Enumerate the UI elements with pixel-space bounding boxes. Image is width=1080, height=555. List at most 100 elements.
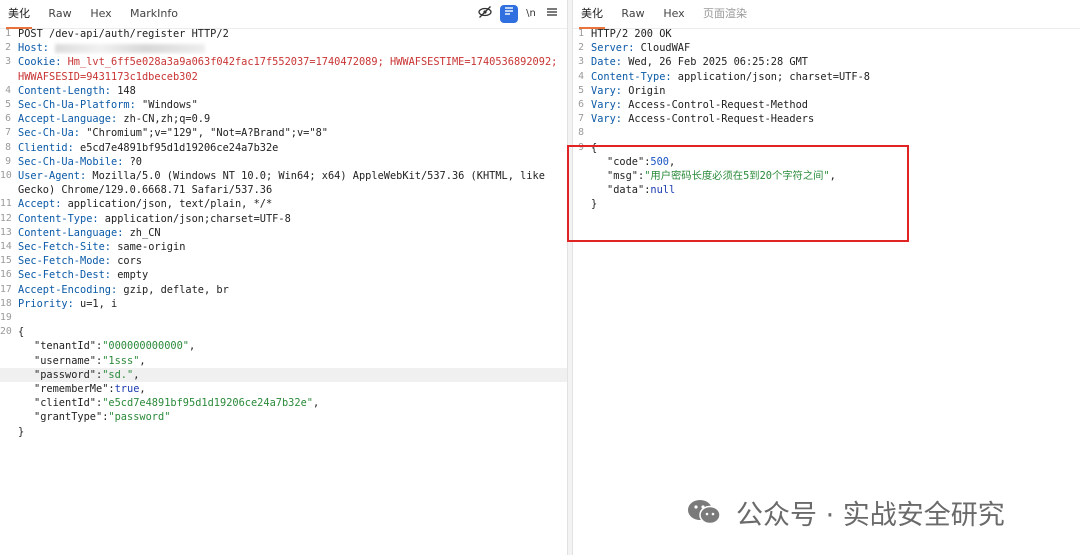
newline-icon[interactable]: \n — [522, 5, 540, 23]
request-tab-pretty[interactable]: 美化 — [6, 0, 32, 29]
code-line: 12 Content-Type: application/json;charset… — [0, 212, 567, 226]
line-content: Accept: application/json, text/plain, */… — [18, 197, 272, 211]
code-line: "clientId":"e5cd7e4891bf95d1d19206ce24a7… — [0, 396, 567, 410]
header-name: Host: — [18, 42, 49, 55]
header-name: User-Agent: — [18, 170, 87, 182]
request-editor[interactable]: 1 POST /dev-api/auth/register HTTP/2 2 Host… — [0, 27, 567, 555]
header-name: Content-Language: — [18, 226, 124, 239]
line-number: 14 — [0, 241, 12, 252]
header-name: Vary: — [591, 99, 622, 111]
code-line: 11 Accept: application/json, text/plain, … — [0, 197, 567, 211]
wrap-lines-icon[interactable] — [500, 5, 518, 23]
line-content: Vary: Origin — [591, 84, 665, 98]
line-number: 2 — [5, 42, 11, 54]
code-line: HWWAFSESID=9431173c1dbeceb302 — [0, 70, 567, 84]
response-tab-pretty[interactable]: 美化 — [579, 0, 605, 29]
line-content: "password":"sd.", — [34, 368, 139, 382]
json-key: "grantType" — [34, 411, 103, 424]
line-content: Date: Wed, 26 Feb 2025 06:25:28 GMT — [591, 55, 808, 69]
request-tab-hex[interactable]: Hex — [88, 0, 114, 27]
line-content: Sec-Fetch-Mode: cors — [18, 254, 142, 268]
hide-nonprintable-icon[interactable] — [476, 5, 494, 23]
line-content: Sec-Fetch-Dest: empty — [18, 268, 148, 282]
code-line: 4 Content-Length: 148 — [0, 84, 567, 98]
line-content: "username":"1sss", — [34, 354, 146, 368]
code-line: "grantType":"password" — [0, 410, 567, 424]
line-content: Accept-Language: zh-CN,zh;q=0.9 — [18, 112, 210, 126]
line-content: Host: — [18, 41, 206, 55]
header-value: e5cd7e4891bf95d1d19206ce24a7b32e — [73, 141, 279, 154]
code-line: "tenantId":"000000000000", — [0, 339, 567, 353]
header-value: zh-CN,zh;q=0.9 — [117, 113, 211, 126]
line-number: 13 — [0, 226, 12, 238]
line-number: 7 — [578, 113, 584, 125]
line-content: User-Agent: Mozilla/5.0 (Windows NT 10.0… — [18, 169, 545, 183]
line-content: Sec-Ch-Ua-Mobile: ?0 — [18, 155, 142, 169]
line-number: 11 — [0, 198, 12, 210]
request-pane: 美化 Raw Hex MarkInfo \n 1 POST /dev-api/au… — [0, 0, 567, 555]
json-key: "rememberMe" — [34, 383, 109, 395]
code-line: 4 Content-Type: application/json; charset… — [573, 70, 1080, 84]
header-name: Priority: — [18, 297, 74, 310]
options-menu-icon[interactable] — [543, 5, 561, 23]
line-text: POST /dev-api/auth/register HTTP/2 — [18, 28, 229, 40]
code-line: 10 User-Agent: Mozilla/5.0 (Windows NT 10… — [0, 169, 567, 183]
code-line: 16 Sec-Fetch-Dest: empty — [0, 268, 567, 282]
line-content: { — [18, 325, 24, 339]
response-pane: 美化 Raw Hex 页面渲染 1 HTTP/2 200 OK 2 Server: C… — [573, 0, 1080, 555]
code-line: 18 Priority: u=1, i — [0, 297, 567, 311]
header-name: Sec-Fetch-Mode: — [18, 255, 111, 268]
header-name: Sec-Fetch-Site: — [18, 241, 111, 253]
header-value: "Windows" — [135, 99, 198, 111]
header-name: Date: — [591, 56, 622, 69]
code-line: 17 Accept-Encoding: gzip, deflate, br — [0, 283, 567, 297]
json-value: "1sss" — [102, 354, 140, 367]
line-number: 8 — [5, 141, 11, 153]
line-text: HTTP/2 200 OK — [591, 28, 672, 40]
line-content: "tenantId":"000000000000", — [34, 339, 195, 353]
header-name: Cookie: — [18, 56, 62, 69]
line-content: Content-Type: application/json;charset=U… — [18, 212, 291, 226]
line-content: Accept-Encoding: gzip, deflate, br — [18, 283, 229, 297]
code-line: 3 Cookie: Hm_lvt_6ff5e028a3a9a063f042fac1… — [0, 55, 567, 69]
header-name: Accept-Encoding: — [18, 283, 118, 296]
header-value: CloudWAF — [634, 42, 691, 55]
json-key: "password" — [34, 368, 96, 381]
header-value: zh_CN — [123, 226, 161, 239]
line-content: } — [18, 425, 24, 439]
line-content: "rememberMe":true, — [34, 382, 146, 396]
line-content: Vary: Access-Control-Request-Method — [591, 98, 808, 112]
json-key: "tenantId" — [34, 340, 96, 353]
header-name: Sec-Ch-Ua: — [18, 127, 80, 140]
header-value: empty — [111, 269, 149, 282]
line-number: 8 — [578, 127, 584, 139]
response-tab-hex[interactable]: Hex — [661, 0, 687, 27]
response-tab-raw[interactable]: Raw — [619, 0, 647, 27]
code-line: 7 Vary: Access-Control-Request-Headers — [573, 112, 1080, 126]
line-text: Gecko) Chrome/129.0.6668.71 Safari/537.3… — [18, 184, 273, 197]
request-tabbar: 美化 Raw Hex MarkInfo \n — [0, 0, 567, 29]
response-tab-render[interactable]: 页面渲染 — [701, 0, 749, 27]
line-number: 4 — [578, 70, 584, 82]
line-number: 20 — [0, 326, 12, 338]
line-content: Clientid: e5cd7e4891bf95d1d19206ce24a7b3… — [18, 141, 278, 155]
line-number: 15 — [0, 255, 12, 267]
header-value: "Chromium";v="129", "Not=A?Brand";v="8" — [80, 127, 328, 140]
request-tab-raw[interactable]: Raw — [46, 0, 74, 27]
code-line: "password":"sd.", — [0, 367, 567, 382]
header-name: Vary: — [591, 84, 622, 97]
code-line: 13 Content-Language: zh_CN — [0, 226, 567, 240]
request-tab-markinfo[interactable]: MarkInfo — [128, 0, 180, 27]
line-number: 12 — [0, 212, 12, 224]
line-content: Priority: u=1, i — [18, 297, 117, 311]
line-number: 5 — [578, 84, 584, 96]
json-value: "000000000000" — [102, 340, 189, 353]
header-name: Clientid: — [18, 141, 74, 154]
code-line: } — [0, 425, 567, 439]
watermark: 公众号 · 实战安全研究 — [686, 494, 1005, 531]
wechat-icon — [688, 500, 721, 525]
line-content: Sec-Ch-Ua: "Chromium";v="129", "Not=A?Br… — [18, 126, 328, 140]
code-line: 3 Date: Wed, 26 Feb 2025 06:25:28 GMT — [573, 55, 1080, 69]
line-number: 4 — [5, 84, 11, 96]
response-editor[interactable]: 1 HTTP/2 200 OK 2 Server: CloudWAF 3 Date: We… — [573, 27, 1080, 555]
